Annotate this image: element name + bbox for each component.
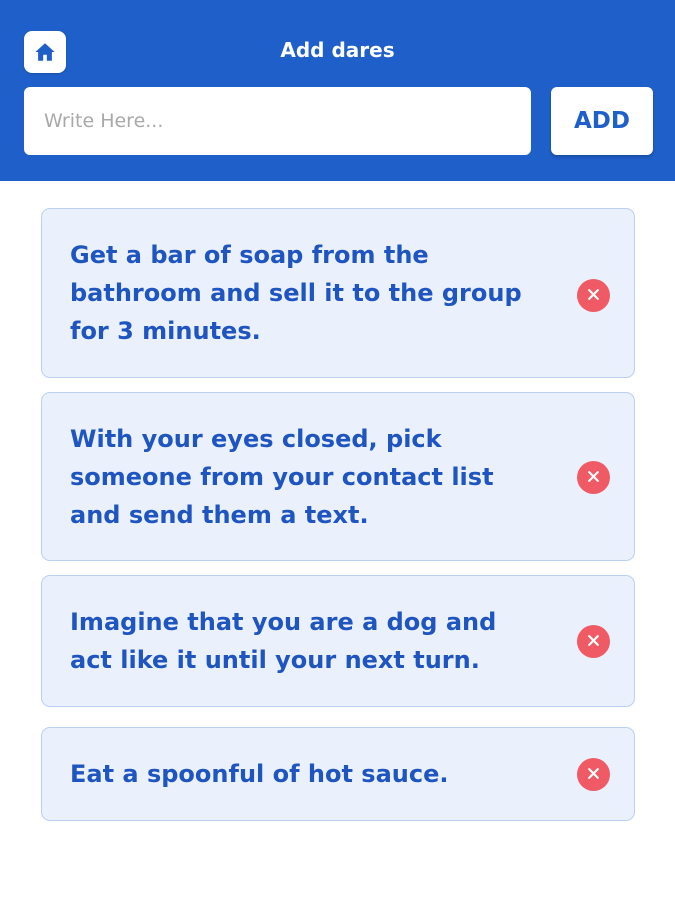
dare-card: With your eyes closed, pick someone from… xyxy=(41,392,635,561)
app-header: Add dares ADD xyxy=(0,0,675,181)
delete-dare-button[interactable] xyxy=(577,461,610,494)
dare-input-container[interactable] xyxy=(24,87,531,155)
close-circle-icon xyxy=(587,286,600,305)
page-title: Add dares xyxy=(280,38,395,62)
dare-text: Eat a spoonful of hot sauce. xyxy=(70,760,449,788)
dare-card: Get a bar of soap from the bathroom and … xyxy=(41,208,635,378)
dare-card: Eat a spoonful of hot sauce. xyxy=(41,727,635,821)
close-circle-icon xyxy=(587,468,600,487)
dare-text: With your eyes closed, pick someone from… xyxy=(70,424,494,529)
delete-dare-button[interactable] xyxy=(577,625,610,658)
dare-text: Get a bar of soap from the bathroom and … xyxy=(70,241,522,345)
close-circle-icon xyxy=(587,765,600,784)
delete-dare-button[interactable] xyxy=(577,758,610,791)
dare-input[interactable] xyxy=(44,110,511,132)
add-button[interactable]: ADD xyxy=(551,87,653,155)
delete-dare-button[interactable] xyxy=(577,279,610,312)
dare-card: Imagine that you are a dog and act like … xyxy=(41,575,635,707)
dare-text: Imagine that you are a dog and act like … xyxy=(70,608,497,674)
close-circle-icon xyxy=(587,632,600,651)
